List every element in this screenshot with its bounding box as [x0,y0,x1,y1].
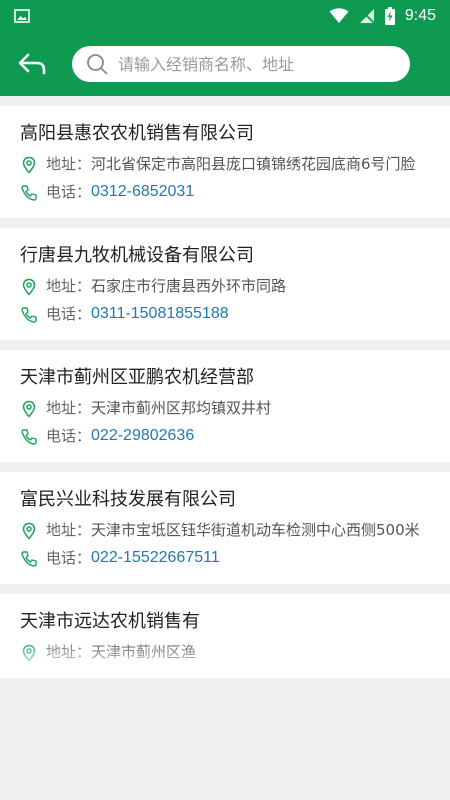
no-signal-icon [359,9,375,24]
location-pin-icon [22,644,36,662]
back-button[interactable] [14,46,50,82]
location-pin-icon [22,400,36,418]
phone-row[interactable]: 电话： 0311-15081855188 [20,304,430,324]
dealer-name: 高阳县惠农农机销售有限公司 [20,123,254,144]
phone-row[interactable]: 电话： 022-15522667511 [20,548,430,568]
dealer-name: 天津市蓟州区亚鹏农机经营部 [20,367,254,388]
dealer-card[interactable]: 天津市蓟州区亚鹏农机经营部 地址： 天津市蓟州区邦均镇双井村 电话： 022-2… [0,350,450,462]
search-box[interactable] [72,46,410,82]
address-label: 地址： [46,399,92,417]
location-pin-icon [22,522,36,540]
address-label: 地址： [46,155,92,173]
address-label: 地址： [46,277,92,295]
address-label: 地址： [46,643,92,661]
address-row: 地址： 天津市蓟州区邦均镇双井村 [20,398,430,418]
dealer-name: 行唐县九牧机械设备有限公司 [20,245,254,266]
app-bar [0,32,450,96]
address-label: 地址： [46,521,92,539]
location-pin-icon [22,278,36,296]
battery-charging-icon [384,7,395,25]
phone-icon [21,307,37,323]
address-row: 地址： 天津市蓟州区渔 [20,642,430,662]
location-pin-icon [22,156,36,174]
phone-icon [21,429,37,445]
phone-row[interactable]: 电话： 022-29802636 [20,426,430,446]
address-value: 石家庄市行唐县西外环市同路 [91,277,287,295]
status-bar: 9:45 [0,0,450,32]
address-value: 天津市宝坻区钰华街道机动车检测中心西侧500米 [91,521,420,539]
dealer-name: 富民兴业科技发展有限公司 [20,489,236,510]
phone-label: 电话： [46,305,92,323]
phone-icon [21,551,37,567]
dealer-name: 天津市远达农机销售有 [20,611,200,632]
phone-link[interactable]: 022-15522667511 [91,548,430,568]
dealer-card[interactable]: 天津市远达农机销售有 地址： 天津市蓟州区渔 [0,594,450,678]
status-time: 9:45 [404,7,436,24]
address-value: 天津市蓟州区渔 [91,643,197,661]
search-icon [87,54,108,75]
search-input[interactable] [118,54,398,74]
dealer-card[interactable]: 富民兴业科技发展有限公司 地址： 天津市宝坻区钰华街道机动车检测中心西侧500米… [0,472,450,584]
wifi-icon [329,8,349,23]
address-value: 河北省保定市高阳县庞口镇锦绣花园底商6号门脸 [91,155,416,173]
phone-label: 电话： [46,183,92,201]
dealer-card[interactable]: 高阳县惠农农机销售有限公司 地址： 河北省保定市高阳县庞口镇锦绣花园底商6号门脸… [0,106,450,218]
address-value: 天津市蓟州区邦均镇双井村 [91,399,272,417]
phone-link[interactable]: 0312-6852031 [91,182,430,202]
image-notification-icon [14,9,30,23]
phone-link[interactable]: 0311-15081855188 [91,304,430,324]
phone-link[interactable]: 022-29802636 [91,426,430,446]
phone-label: 电话： [46,549,92,567]
phone-row[interactable]: 电话： 0312-6852031 [20,182,430,202]
phone-label: 电话： [46,427,92,445]
dealer-list: 高阳县惠农农机销售有限公司 地址： 河北省保定市高阳县庞口镇锦绣花园底商6号门脸… [0,96,450,678]
phone-icon [21,185,37,201]
address-row: 地址： 天津市宝坻区钰华街道机动车检测中心西侧500米 [20,520,430,540]
back-arrow-icon [18,53,46,75]
address-row: 地址： 河北省保定市高阳县庞口镇锦绣花园底商6号门脸 [20,154,430,174]
dealer-card[interactable]: 行唐县九牧机械设备有限公司 地址： 石家庄市行唐县西外环市同路 电话： 0311… [0,228,450,340]
address-row: 地址： 石家庄市行唐县西外环市同路 [20,276,430,296]
